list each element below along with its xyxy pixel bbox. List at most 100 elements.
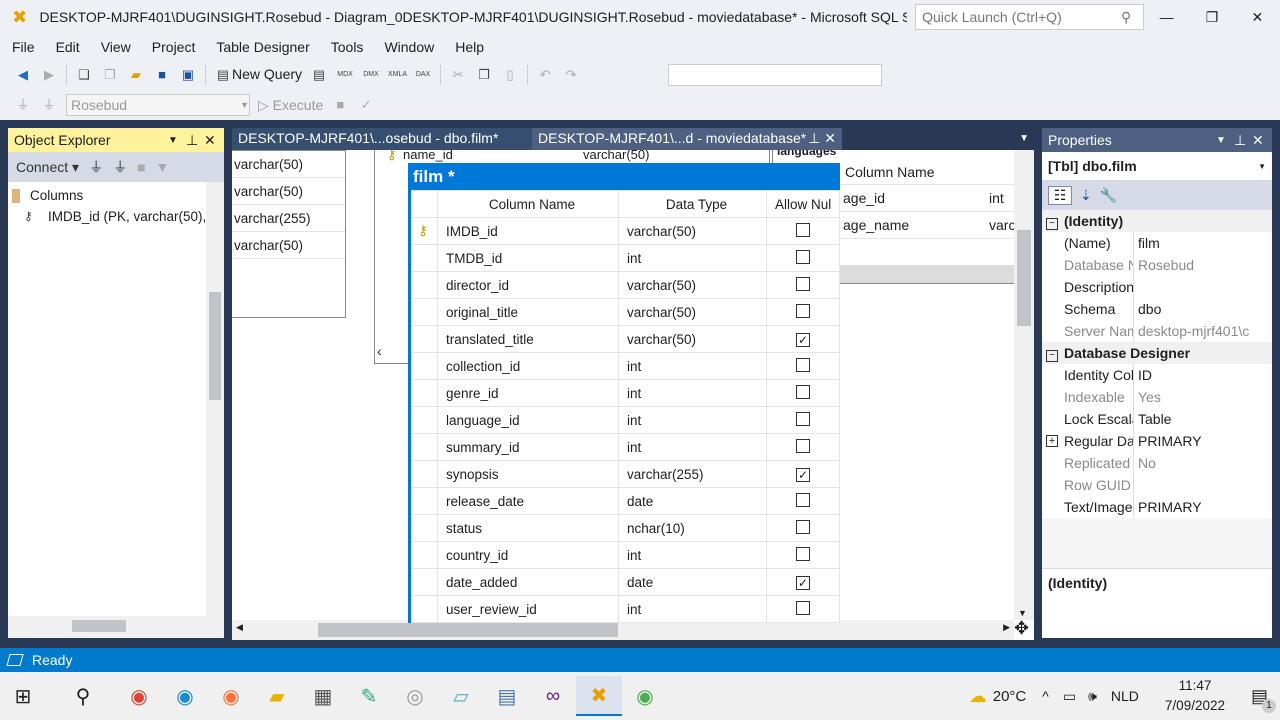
notifications-button[interactable]: ▤ 1 — [1251, 686, 1276, 713]
film-table-title[interactable]: film * — [411, 163, 837, 190]
allow-nulls-checkbox[interactable] — [796, 357, 810, 372]
table-row[interactable]: language_id int — [411, 406, 840, 434]
data-type-cell[interactable]: date — [618, 568, 767, 596]
data-type-cell[interactable]: int — [618, 541, 767, 569]
allow-nulls-checkbox[interactable] — [796, 222, 810, 237]
allow-nulls-checkbox[interactable]: ✓ — [796, 332, 810, 347]
categorized-icon[interactable]: ☷ — [1048, 185, 1072, 205]
parse-icon[interactable]: ✓ — [357, 96, 375, 114]
disconnect-icon[interactable]: ⏚ — [113, 157, 127, 177]
ssms-taskbar-icon[interactable]: ✖ — [576, 676, 622, 716]
paste-icon[interactable]: ▯ — [501, 66, 519, 84]
table-row[interactable]: synopsis varchar(255) ✓ — [411, 460, 840, 488]
table-film[interactable]: film * Column Name Data Type Allow Nul ⚷… — [408, 163, 840, 623]
primary-key-icon[interactable]: ⚷ — [411, 217, 438, 245]
allow-nulls-checkbox[interactable] — [796, 492, 810, 507]
data-type-cell[interactable]: int — [618, 406, 767, 434]
table-row[interactable]: director_id varchar(50) — [411, 271, 840, 299]
property-row[interactable]: Schema dbo — [1042, 298, 1272, 320]
column-name-cell[interactable]: director_id — [437, 271, 619, 299]
column-name-cell[interactable]: user_review_id — [437, 595, 619, 623]
tree-scrollbar[interactable] — [206, 182, 224, 616]
clock[interactable]: 11:47 7/09/2022 — [1165, 676, 1225, 716]
pin-icon[interactable]: ⊥ — [186, 132, 204, 149]
column-name-cell[interactable]: language_id — [437, 406, 619, 434]
data-type-cell[interactable]: int — [618, 595, 767, 623]
column-name-cell[interactable]: translated_title — [437, 325, 619, 353]
allow-nulls-checkbox[interactable] — [796, 303, 810, 318]
diagram-vscrollbar[interactable]: ▼ — [1014, 150, 1034, 620]
menu-edit[interactable]: Edit — [44, 39, 89, 55]
redo-icon[interactable]: ↷ — [562, 66, 580, 84]
pin-icon[interactable]: ⊥ — [1234, 132, 1252, 149]
property-row[interactable]: Indexable Yes — [1042, 386, 1272, 408]
row-selector[interactable] — [411, 379, 438, 407]
row-selector[interactable] — [411, 487, 438, 515]
property-row[interactable]: Row GUID Col — [1042, 474, 1272, 496]
row-selector[interactable] — [411, 325, 438, 353]
save-icon[interactable]: ■ — [153, 66, 171, 84]
menu-project[interactable]: Project — [140, 39, 205, 55]
menu-help[interactable]: Help — [443, 39, 493, 55]
row-selector[interactable] — [411, 433, 438, 461]
tab-dbo-film[interactable]: DESKTOP-MJRF401\...osebud - dbo.film* — [232, 128, 532, 150]
menu-view[interactable]: View — [89, 39, 140, 55]
allow-nulls-checkbox[interactable] — [796, 438, 810, 453]
chrome-icon[interactable]: ◉ — [116, 676, 162, 716]
header-column-name[interactable]: Column Name — [437, 190, 619, 218]
table-row[interactable]: collection_id int — [411, 352, 840, 380]
alphabetical-icon[interactable]: ⇣ — [1080, 187, 1092, 204]
row-selector[interactable] — [411, 298, 438, 326]
diagram-canvas[interactable]: varchar(50) varchar(50) varchar(255) varcha… — [232, 150, 1034, 640]
quick-launch-input[interactable]: Quick Launch (Ctrl+Q) ⚲ — [915, 4, 1144, 30]
diagram-hscrollbar[interactable]: ◀ ▶ — [232, 620, 1014, 640]
scroll-down-icon[interactable]: ▼ — [1018, 608, 1027, 618]
media-icon[interactable]: ◎ — [392, 676, 438, 716]
firefox-icon[interactable]: ◉ — [208, 676, 254, 716]
row-selector[interactable] — [411, 568, 438, 596]
scroll-left-icon[interactable]: ◀ — [236, 622, 243, 633]
column-name-cell[interactable]: country_id — [437, 541, 619, 569]
data-type-cell[interactable]: varchar(50) — [618, 217, 767, 245]
table-row[interactable]: TMDB_id int — [411, 244, 840, 272]
collapse-icon[interactable]: − — [1046, 218, 1058, 230]
cut-icon[interactable]: ✂ — [449, 66, 467, 84]
expand-icon[interactable]: + — [1046, 435, 1058, 447]
menu-table-designer[interactable]: Table Designer — [204, 39, 318, 55]
dmx-query-icon[interactable]: DMX — [362, 66, 380, 84]
data-type-cell[interactable]: varchar(50) — [618, 271, 767, 299]
property-row[interactable]: Identity ColunID — [1042, 364, 1272, 386]
dropdown-icon[interactable]: ▼ — [168, 135, 186, 146]
volume-icon[interactable]: 🕪 — [1088, 688, 1097, 705]
pin-icon[interactable]: ⊥ — [808, 130, 820, 148]
edge-icon[interactable]: ◉ — [162, 676, 208, 716]
column-name-cell[interactable]: genre_id — [437, 379, 619, 407]
xmla-query-icon[interactable]: XMLA — [388, 66, 407, 84]
allow-nulls-checkbox[interactable] — [796, 411, 810, 426]
property-row[interactable]: (Name) film — [1042, 232, 1272, 254]
forward-icon[interactable]: ▶ — [40, 66, 58, 84]
row-selector[interactable] — [411, 460, 438, 488]
maximize-button[interactable]: ❐ — [1189, 9, 1234, 26]
row-selector[interactable] — [411, 541, 438, 569]
table-row[interactable]: original_title varchar(50) — [411, 298, 840, 326]
database-engine-query-icon[interactable]: ▤ — [310, 66, 328, 84]
property-row[interactable]: Server Namedesktop-mjrf401\c — [1042, 320, 1272, 342]
search-icon[interactable]: ⚲ — [60, 676, 106, 716]
menu-window[interactable]: Window — [372, 39, 443, 55]
close-icon[interactable]: ✕ — [204, 132, 218, 149]
data-type-cell[interactable]: int — [618, 433, 767, 461]
property-row[interactable]: Lock EscalatioTable — [1042, 408, 1272, 430]
menu-tools[interactable]: Tools — [319, 39, 373, 55]
allow-nulls-checkbox[interactable]: ✓ — [796, 467, 810, 482]
table-left-partial[interactable]: varchar(50) varchar(50) varchar(255) varcha… — [232, 150, 346, 318]
search-combo[interactable] — [668, 64, 883, 86]
allow-nulls-checkbox[interactable]: ✓ — [796, 575, 810, 590]
scroll-right-icon[interactable]: ▶ — [1003, 622, 1010, 633]
scroll-left-icon[interactable]: ‹ — [377, 343, 382, 359]
row-selector[interactable] — [411, 514, 438, 542]
header-data-type[interactable]: Data Type — [618, 190, 767, 218]
column-name-cell[interactable]: original_title — [437, 298, 619, 326]
property-row[interactable]: Text/Image FilPRIMARY — [1042, 496, 1272, 518]
show-hidden-icons[interactable]: ^ — [1042, 688, 1049, 704]
